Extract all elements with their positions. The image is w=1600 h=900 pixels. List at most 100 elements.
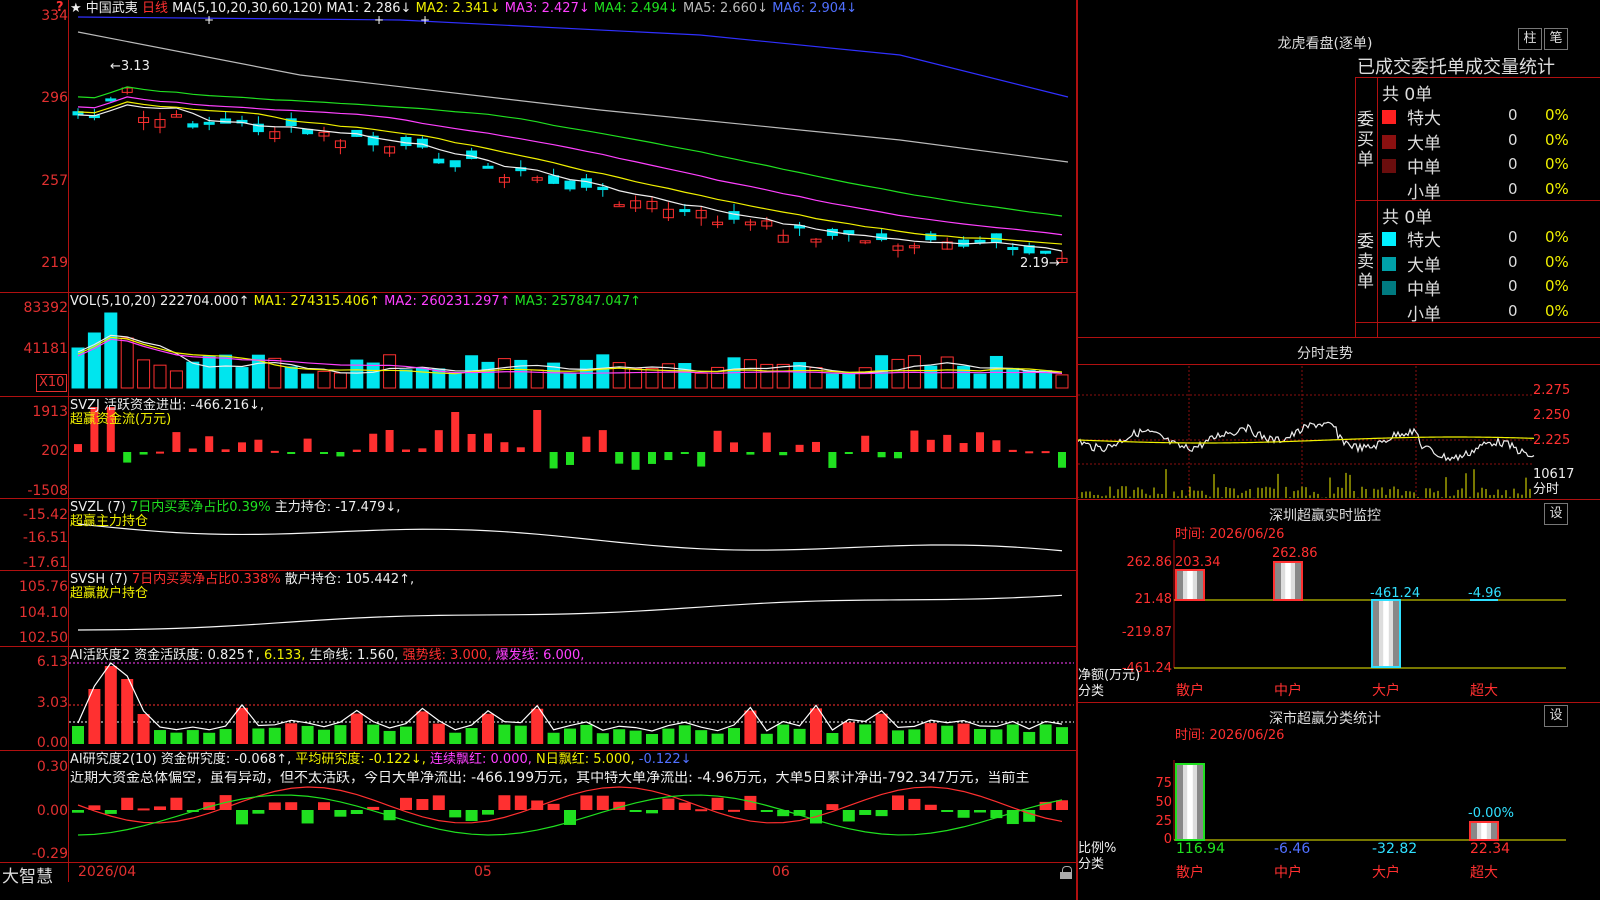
activity-bar [974, 729, 986, 744]
order-color-swatch [1382, 281, 1396, 295]
monitor-bar-label: 203.34 [1175, 555, 1221, 570]
activity-bar [318, 729, 330, 744]
class-settings-button[interactable]: 设 [1544, 705, 1568, 727]
svsh-subtitle: 超赢散户持仓 [70, 586, 149, 601]
activity-bar [416, 711, 429, 744]
fund-flow-bar [910, 430, 919, 452]
activity-bar [695, 730, 708, 744]
volume-bar [169, 370, 183, 389]
pane-sep [0, 862, 1076, 863]
volume-bar [563, 372, 577, 389]
activity-bar [400, 726, 412, 744]
pen-mode-button[interactable]: 笔 [1544, 28, 1568, 50]
bar-mode-button[interactable]: 柱 [1518, 28, 1542, 50]
research-bar [432, 795, 445, 810]
fund-flow-bar [533, 410, 542, 452]
volume-bar [87, 332, 101, 389]
activity-line [77, 662, 1063, 732]
fund-flow-bar [434, 430, 443, 452]
activity-bar [285, 723, 298, 744]
research-bar [678, 802, 691, 810]
svzj-axis-label: 1913 [32, 404, 68, 420]
research-bar [1056, 800, 1068, 810]
order-color-swatch [1382, 256, 1396, 271]
pane-sep [0, 570, 1076, 571]
ai2-comment: 近期大资金总体偏空，虽有异动，但不太活跃，今日大单净流出: -466.199万元… [70, 771, 1030, 786]
fund-flow-bar [959, 443, 968, 452]
fund-flow-bar [1058, 452, 1066, 468]
fund-flow-bar [320, 452, 328, 454]
activity-bar [564, 728, 576, 744]
activity-bar [449, 732, 462, 744]
fund-flow-bar [861, 435, 870, 452]
period-label[interactable]: 日线 [142, 1, 168, 16]
research-bar [482, 810, 494, 815]
fenshi-border [1078, 337, 1600, 338]
ai1-axis-label: 3.03 [36, 695, 68, 711]
main-divider[interactable] [1076, 0, 1078, 900]
fs-axis-label: 2.275 [1533, 383, 1571, 398]
svzj-title-bar: SVZJ 活跃资金进出: -466.216↓, [70, 398, 265, 413]
activity-bar [990, 729, 1003, 744]
activity-bar [252, 728, 265, 744]
candle-body [105, 98, 117, 102]
fenshi-title[interactable]: 分时走势 [1250, 343, 1400, 363]
research-bar [580, 795, 593, 810]
pane-sep [0, 646, 1076, 647]
activity-bar [646, 733, 658, 744]
activity-bar [186, 730, 199, 744]
monitor-bar-retail-core [1187, 570, 1193, 600]
volume-bar [399, 369, 413, 389]
research-bar [760, 810, 773, 812]
fund-flow-bar [188, 448, 197, 452]
research-bar [285, 802, 298, 810]
research-bar [236, 810, 248, 825]
activity-bar [137, 714, 150, 744]
fund-flow-bar [828, 452, 837, 468]
volume-bar [514, 359, 528, 389]
lock-icon-body [1060, 872, 1072, 879]
research-bar [596, 795, 609, 810]
research-bar [711, 797, 724, 810]
order-pct: 0% [1545, 252, 1569, 271]
monitor-axis: 262.86 [1126, 555, 1173, 570]
fund-flow-bar [713, 430, 722, 452]
svzl-axis-label: -17.61 [22, 555, 68, 571]
activity-bar [711, 733, 724, 744]
lhkp-title: 龙虎看盘(逐单) [1277, 36, 1373, 52]
fund-flow-bar [1008, 449, 1017, 452]
research-bar [383, 810, 396, 821]
volume-bar [743, 359, 757, 389]
stock-name[interactable]: 中国武夷 [86, 1, 138, 16]
ma5-value: MA5: 2.660↓ [683, 1, 769, 16]
date-start: 2026/04 [78, 864, 137, 880]
main-axis-label: 296 [41, 90, 68, 106]
order-label: 大单 [1407, 133, 1441, 154]
ma3-value: MA3: 2.427↓ [504, 1, 590, 16]
activity-bar [1039, 724, 1052, 744]
pane-sep [0, 750, 1076, 751]
fund-flow-bar [746, 452, 755, 455]
candle-body [400, 136, 412, 147]
fund-flow-bar [500, 442, 509, 452]
order-count: 0 [1508, 106, 1518, 124]
monitor-bar-mid-core [1285, 562, 1291, 600]
fund-flow-bar [74, 444, 82, 452]
volume-bar [497, 358, 511, 389]
star-icon[interactable]: ★ [70, 1, 82, 16]
activity-bar [498, 724, 511, 744]
order-label: 小单 [1407, 182, 1441, 203]
research-bar [449, 810, 462, 818]
fund-flow-bar [844, 452, 853, 454]
ai1-axis-label: 6.13 [36, 654, 68, 670]
class-axis: 75 [1155, 776, 1172, 791]
monitor-settings-button[interactable]: 设 [1544, 503, 1568, 525]
fund-flow-bar [221, 449, 230, 452]
activity-bar [203, 732, 216, 744]
fund-flow-bar [1041, 451, 1050, 454]
fund-flow-bar [123, 452, 132, 463]
brand-label[interactable]: 大智慧 [2, 862, 53, 887]
date-may: 05 [474, 864, 492, 880]
order-color-swatch [1382, 159, 1396, 173]
vol-unit-badge[interactable]: X10 [36, 374, 68, 392]
